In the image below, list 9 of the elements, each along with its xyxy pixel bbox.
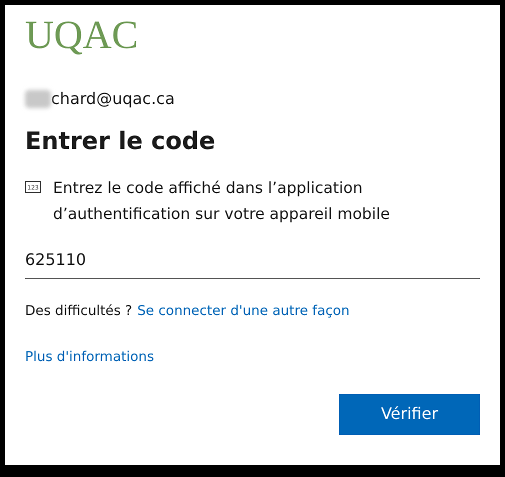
instruction-text: Entrez le code affiché dans l’application d’authentification sur votre appareil mobile <box>53 178 391 225</box>
code-field[interactable]: 625110 <box>25 245 480 279</box>
logo: UQAC <box>25 13 138 57</box>
more-info-link[interactable]: Plus d'informations <box>25 347 154 368</box>
account-email: chard@uqac.ca <box>51 88 175 110</box>
sign-in-another-way-link[interactable]: Se connecter d'une autre façon <box>137 301 350 322</box>
verify-button[interactable]: Vérifier <box>339 394 480 434</box>
page-title: Entrer le code <box>25 126 216 157</box>
help-text: Des difficultés ? <box>25 302 132 321</box>
